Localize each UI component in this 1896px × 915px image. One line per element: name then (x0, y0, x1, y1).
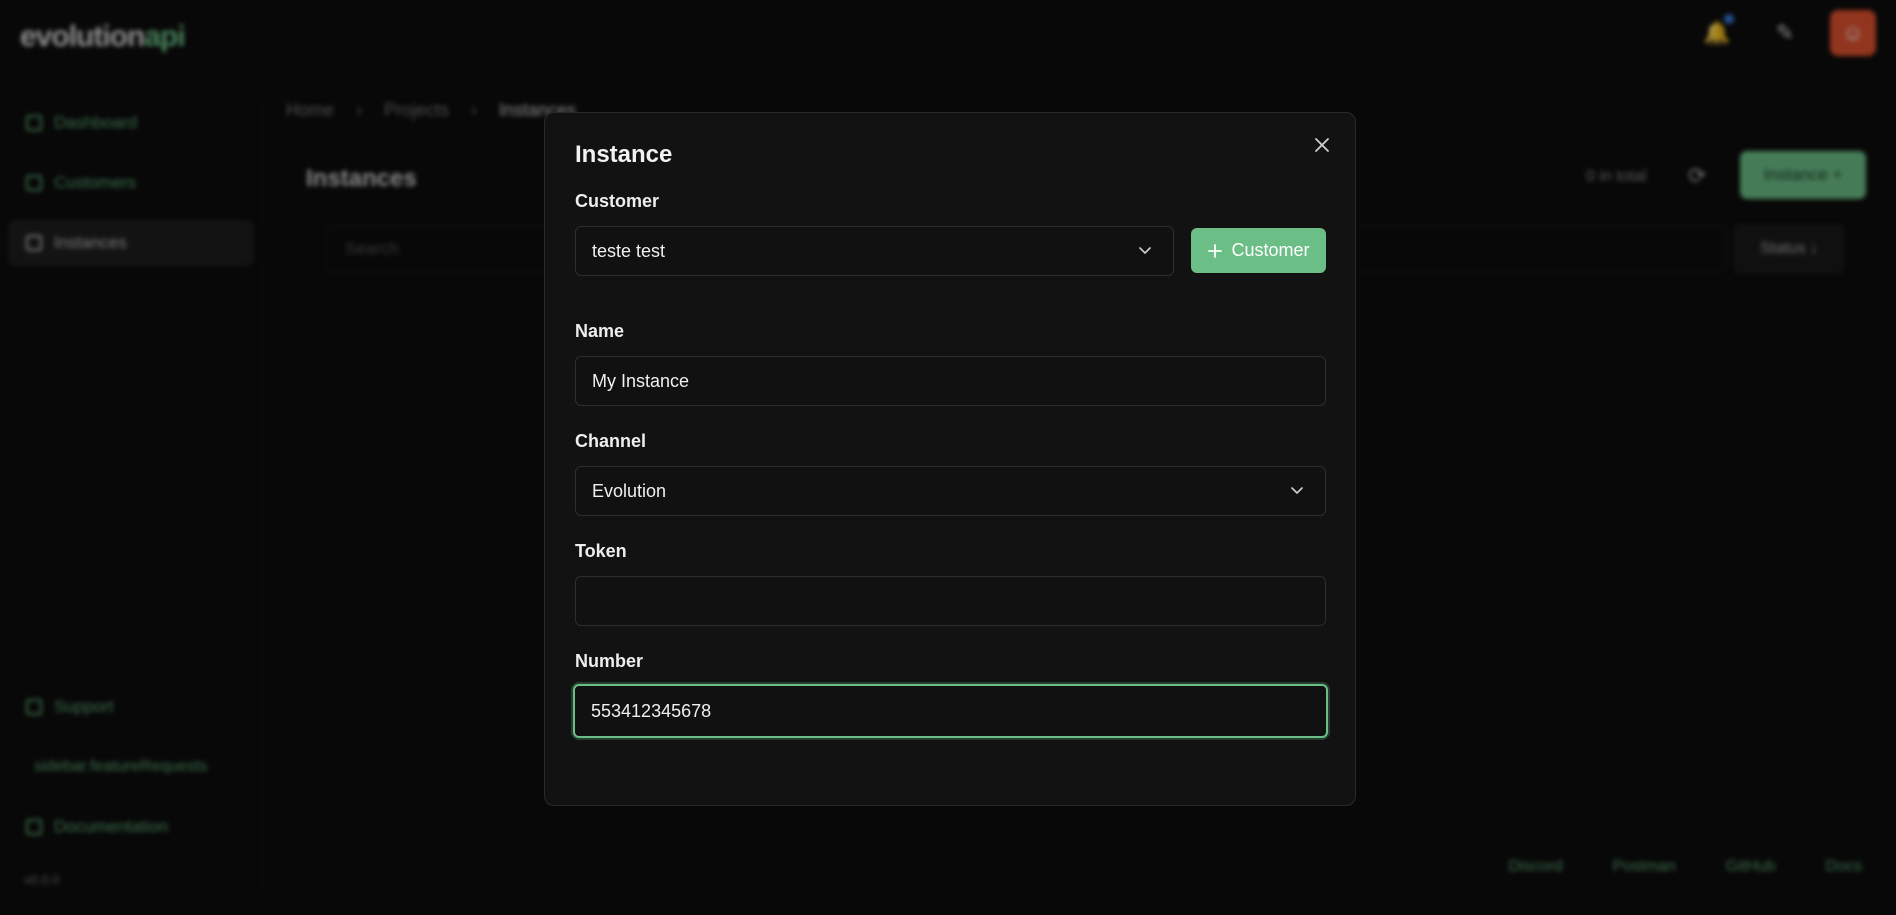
chevron-down-icon (1139, 247, 1151, 254)
plus-icon (1208, 243, 1223, 258)
add-customer-label: Customer (1231, 240, 1310, 260)
close-icon[interactable] (1309, 133, 1335, 159)
token-label: Token (575, 541, 627, 561)
instance-dialog: Instance Customer teste test Customer Na… (544, 112, 1356, 806)
token-input[interactable] (575, 576, 1326, 626)
channel-select-value: Evolution (592, 480, 667, 501)
number-label: Number (575, 651, 644, 671)
name-label: Name (575, 321, 625, 341)
number-input[interactable] (573, 684, 1328, 738)
customer-select[interactable]: teste test (575, 226, 1174, 276)
dialog-title: Instance (575, 141, 673, 168)
customer-select-value: teste test (592, 240, 666, 261)
channel-select[interactable]: Evolution (575, 466, 1326, 516)
customer-label: Customer (575, 191, 660, 211)
add-customer-button[interactable]: Customer (1191, 228, 1326, 273)
chevron-down-icon (1291, 487, 1303, 494)
channel-label: Channel (575, 431, 647, 451)
name-input[interactable] (575, 356, 1326, 406)
